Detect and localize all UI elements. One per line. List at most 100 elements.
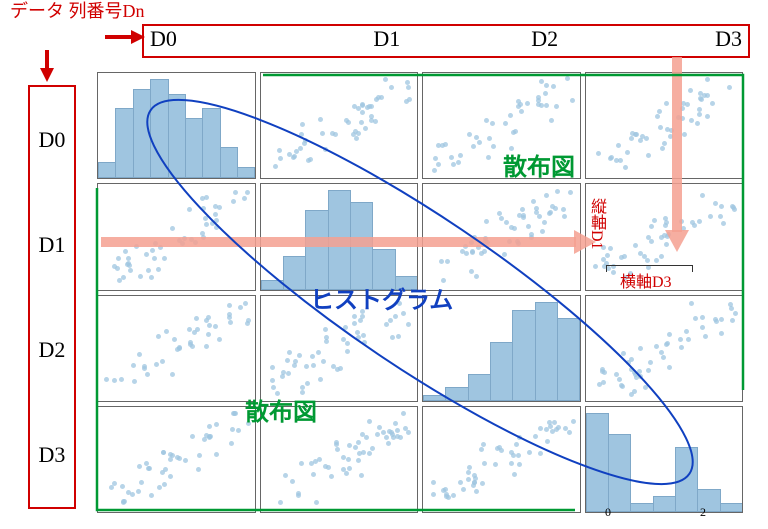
row-header-D0: D0	[30, 87, 74, 192]
scatter-dot	[700, 325, 705, 330]
scatter-dot	[732, 207, 737, 212]
hist-bar	[168, 94, 186, 179]
scatter-dot	[335, 447, 340, 452]
scatter-dot	[531, 199, 536, 204]
scatter-dot	[593, 264, 598, 269]
scatter-dot	[544, 83, 549, 88]
scatter-dot	[345, 349, 350, 354]
scatter-dot	[364, 435, 369, 440]
scatter-dot	[122, 499, 127, 504]
scatter-dot	[287, 350, 292, 355]
scatter-dot	[395, 428, 400, 433]
scatter-dot	[458, 480, 463, 485]
scatter-dot	[356, 440, 361, 445]
scatter-dot	[443, 142, 448, 147]
scatter-dot	[203, 216, 208, 221]
scatter-dot	[194, 316, 199, 321]
scatter-dot	[642, 254, 647, 259]
scatter-dot	[119, 377, 124, 382]
scatter-dot	[300, 122, 305, 127]
scatter-dot	[601, 380, 606, 385]
scatter-dot	[445, 259, 450, 264]
scatter-dot	[317, 457, 322, 462]
scatter-dot	[188, 340, 193, 345]
scatter-dot	[384, 435, 389, 440]
scatter-dot	[156, 267, 161, 272]
scatter-dot	[164, 329, 169, 334]
scatter-dot	[228, 320, 233, 325]
scatter-dot	[486, 155, 491, 160]
scatter-dot	[389, 85, 394, 90]
hist-bar	[305, 210, 328, 290]
scatter-dot	[149, 493, 154, 498]
scatter-dot	[659, 254, 664, 259]
scatter-dot	[433, 156, 438, 161]
scatter-dot	[638, 138, 643, 143]
scatter-dot	[544, 103, 549, 108]
scatter-dot	[152, 256, 157, 261]
scatter-dot	[471, 144, 476, 149]
hist-bar	[468, 374, 491, 400]
hist-bar	[490, 342, 513, 401]
scatter-dot	[664, 342, 669, 347]
scatter-dot	[347, 443, 352, 448]
scatter-dot	[227, 303, 232, 308]
scatter-dot	[230, 427, 235, 432]
row-header-D3: D3	[30, 402, 74, 507]
scatter-dot	[487, 136, 492, 141]
scatter-dot	[283, 473, 288, 478]
scatter-dot	[665, 127, 670, 132]
scatter-dot	[705, 77, 710, 82]
scatter-dot	[160, 470, 165, 475]
scatter-dot	[206, 315, 211, 320]
scatter-dot	[150, 248, 155, 253]
scatter-dot	[324, 339, 329, 344]
scatter-dot	[192, 330, 197, 335]
scatter-dot	[214, 452, 219, 457]
scatter-dot	[245, 190, 250, 195]
scatter-dot	[175, 455, 180, 460]
scatter-dot	[449, 155, 454, 160]
scatter-dot	[520, 207, 525, 212]
row-headers: D0 D1 D2 D3	[28, 85, 76, 509]
scatter-dot	[343, 325, 348, 330]
scatter-dot	[296, 491, 301, 496]
scatter-dot	[406, 85, 411, 90]
scatter-dot	[548, 424, 553, 429]
scatter-dot	[154, 362, 159, 367]
histogram-cell	[585, 406, 744, 513]
scatter-dot	[661, 355, 666, 360]
scatter-dot	[201, 206, 206, 211]
scatter-dot	[517, 462, 522, 467]
scatter-dot	[305, 381, 310, 386]
scatter-dot	[491, 144, 496, 149]
scatter-dot	[648, 360, 653, 365]
column-headers: D0 D1 D2 D3	[142, 24, 750, 58]
scatter-dot	[537, 214, 542, 219]
scatter-dot	[482, 461, 487, 466]
scatter-dot	[441, 488, 446, 493]
scatter-dot	[466, 470, 471, 475]
scatter-cell	[97, 295, 256, 402]
scatter-dot	[649, 224, 654, 229]
scatter-dot	[511, 130, 516, 135]
scatter-dot	[466, 477, 471, 482]
scatter-dot	[621, 351, 626, 356]
scatter-dot	[278, 156, 283, 161]
scatter-dot	[689, 118, 694, 123]
scatter-dot	[346, 120, 351, 125]
scatter-dot	[655, 114, 660, 119]
scatter-dot	[314, 500, 319, 505]
scatter-dot	[217, 337, 222, 342]
hist-bar	[98, 162, 116, 179]
row-header-D1: D1	[30, 192, 74, 297]
scatter-dot	[479, 447, 484, 452]
scatter-dot	[271, 385, 276, 390]
scatter-dot	[470, 250, 475, 255]
scatter-dot	[493, 462, 498, 467]
scatter-dot	[390, 335, 395, 340]
scatter-dot	[693, 316, 698, 321]
scatter-dot	[356, 131, 361, 136]
scatter-dot	[302, 141, 307, 146]
scatter-dot	[286, 371, 291, 376]
